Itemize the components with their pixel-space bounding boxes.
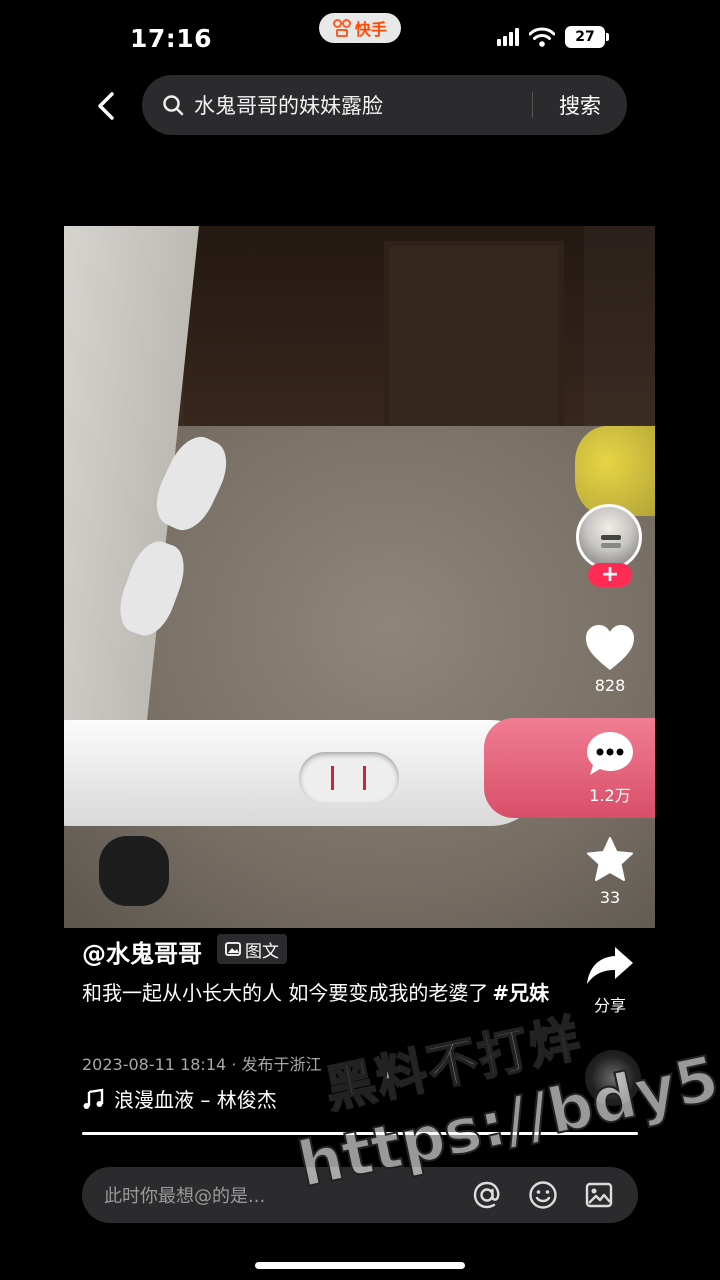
emoji-button[interactable] — [526, 1178, 560, 1212]
share-label: 分享 — [593, 996, 626, 1015]
at-mention-button[interactable] — [470, 1178, 504, 1212]
favorite-count: 33 — [599, 888, 621, 907]
post-meta: 2023-08-11 18:14 · 发布于浙江 — [82, 1055, 322, 1074]
music-note-icon — [83, 1088, 104, 1109]
app-name: 快手 — [354, 20, 387, 39]
author-name[interactable]: @水鬼哥哥 — [82, 934, 202, 969]
emoji-icon — [529, 1181, 557, 1209]
music-title: 浪漫血液 – 林俊杰 — [114, 1088, 277, 1112]
search-button[interactable]: 搜索 — [559, 90, 601, 120]
search-icon — [163, 95, 184, 116]
kuaishou-logo-icon — [332, 19, 351, 37]
like-count: 828 — [594, 676, 626, 695]
search-divider — [532, 92, 533, 118]
status-icons: 27 — [497, 26, 609, 48]
picture-icon — [585, 1182, 613, 1208]
at-icon — [473, 1181, 500, 1209]
comment-placeholder[interactable]: 此时你最想@的是... — [104, 1182, 470, 1208]
favorite-button[interactable]: 33 — [580, 836, 640, 907]
yellow-object — [575, 426, 655, 516]
status-time: 17:16 — [130, 24, 213, 53]
search-bar[interactable]: 水鬼哥哥的妹妹露脸 搜索 — [142, 75, 627, 135]
heart-icon — [586, 625, 634, 670]
caption-text: 和我一起从小长大的人 如今要变成我的老婆了 — [82, 981, 489, 1005]
follow-button[interactable]: + — [588, 563, 632, 587]
author-avatar[interactable] — [576, 504, 642, 570]
post-caption: 和我一起从小长大的人 如今要变成我的老婆了 #兄妹 — [82, 978, 562, 1009]
app-return-pill[interactable]: 快手 — [319, 13, 401, 43]
image-picker-button[interactable] — [582, 1178, 616, 1212]
post-image[interactable] — [64, 226, 655, 928]
signal-icon — [497, 28, 519, 46]
post-type-label: 图文 — [245, 941, 279, 962]
wifi-icon — [529, 27, 555, 47]
comment-count: 1.2万 — [589, 786, 631, 805]
share-arrow-icon — [587, 947, 633, 984]
back-button[interactable] — [86, 84, 126, 128]
slipper — [99, 836, 169, 906]
comment-icon — [587, 732, 633, 775]
like-button[interactable]: 828 — [580, 624, 640, 695]
post-type-tag: 图文 — [217, 934, 287, 964]
home-indicator[interactable] — [255, 1262, 465, 1269]
chevron-left-icon — [98, 92, 114, 120]
hashtag-link[interactable]: #兄妹 — [492, 981, 549, 1005]
pregnancy-test — [64, 716, 655, 846]
share-button[interactable]: 分享 — [580, 944, 640, 1016]
image-icon — [225, 942, 241, 956]
star-icon — [587, 837, 633, 881]
comment-button[interactable]: 1.2万 — [580, 730, 640, 806]
music-link[interactable]: 浪漫血液 – 林俊杰 — [82, 1084, 277, 1113]
battery-icon: 27 — [565, 26, 609, 48]
search-query[interactable]: 水鬼哥哥的妹妹露脸 — [194, 90, 532, 120]
